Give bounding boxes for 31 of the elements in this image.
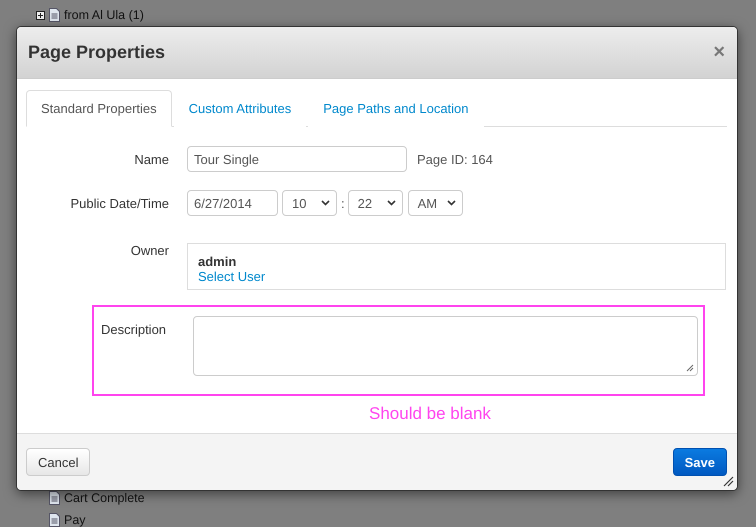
document-icon (49, 8, 60, 22)
chevron-icon (446, 200, 456, 206)
field-label: Owner (130, 243, 170, 258)
time-separator: : (341, 196, 345, 210)
chevron-icon (321, 200, 330, 206)
tree-item-label[interactable]: Pay (64, 513, 86, 527)
select-user-link[interactable]: Select User (198, 269, 266, 284)
name-input[interactable]: Tour Single (187, 146, 407, 172)
hour-select[interactable]: 10 (282, 190, 337, 216)
page-id-text: Page ID: 164 (417, 152, 493, 166)
cancel-button[interactable]: Cancel (26, 448, 90, 476)
field-label: Description (100, 321, 168, 337)
close-button[interactable]: × (713, 41, 725, 64)
expand-icon[interactable] (36, 10, 45, 20)
document-icon (49, 513, 60, 527)
field-label: Name (133, 152, 170, 166)
chevron-icon (386, 200, 396, 206)
ampm-select[interactable]: AM (408, 190, 463, 216)
date-input[interactable]: 6/27/2014 (187, 190, 278, 216)
annotation-text: Should be blank (369, 404, 492, 424)
minute-select[interactable]: 22 (348, 190, 403, 216)
resize-grip-icon[interactable] (686, 364, 694, 372)
tree-item-label[interactable]: from Al Ula (1) (64, 8, 144, 22)
field-label: Public Date/Time (70, 196, 170, 210)
save-button[interactable]: Save (672, 448, 727, 476)
document-icon (49, 491, 60, 505)
owner-name: admin (198, 254, 238, 269)
tree-item-label[interactable]: Cart Complete (64, 491, 145, 505)
dialog-title: Page Properties (28, 42, 166, 63)
resize-grip-icon[interactable] (723, 476, 734, 487)
tab[interactable]: Standard Properties (26, 90, 172, 127)
